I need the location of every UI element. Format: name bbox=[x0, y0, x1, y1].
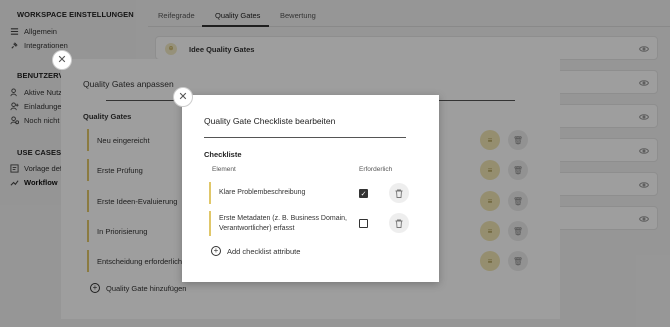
dialog-title: Quality Gate Checkliste bearbeiten bbox=[204, 116, 336, 126]
section-label: Checkliste bbox=[204, 150, 242, 159]
title-divider bbox=[204, 137, 406, 138]
add-checklist-attribute-button[interactable]: + Add checklist attribute bbox=[211, 246, 300, 256]
checklist-item-text: Erste Metadaten (z. B. Business Domain, … bbox=[219, 215, 347, 232]
required-checkbox[interactable]: ✓ bbox=[359, 189, 368, 198]
trash-icon[interactable] bbox=[389, 213, 409, 233]
checklist-item: Erste Metadaten (z. B. Business Domain, … bbox=[209, 211, 359, 236]
column-header-required: Erforderlich bbox=[359, 166, 393, 173]
column-header-element: Element bbox=[212, 166, 236, 173]
add-checklist-attribute-label: Add checklist attribute bbox=[227, 246, 301, 256]
close-icon[interactable]: ✕ bbox=[173, 87, 193, 107]
plus-circle-icon: + bbox=[211, 246, 221, 256]
required-checkbox[interactable] bbox=[359, 219, 368, 228]
checklist-item: Klare Problembeschreibung bbox=[209, 182, 409, 204]
checklist-item-text: Klare Problembeschreibung bbox=[219, 189, 306, 197]
trash-icon[interactable] bbox=[389, 183, 409, 203]
checklist-dialog: Quality Gate Checkliste bearbeiten Check… bbox=[182, 95, 439, 282]
close-icon[interactable]: ✕ bbox=[52, 50, 72, 70]
